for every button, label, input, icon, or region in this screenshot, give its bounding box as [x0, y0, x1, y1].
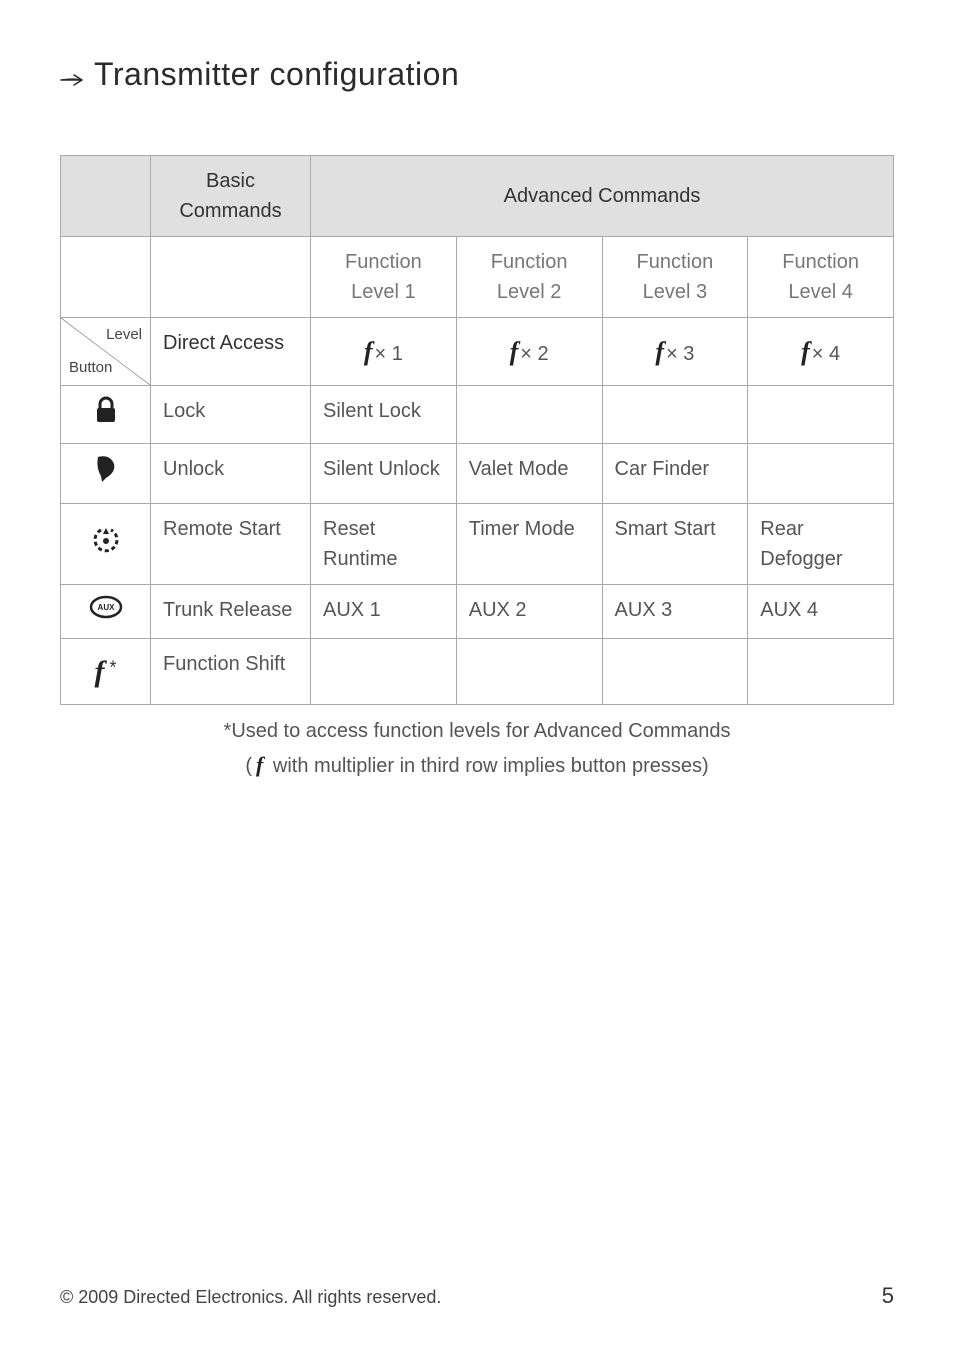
cell-l4: Rear Defogger: [748, 504, 894, 585]
footnotes: *Used to access function levels for Adva…: [60, 715, 894, 782]
remote-start-icon: [61, 504, 151, 585]
footnote-1: *Used to access function levels for Adva…: [60, 715, 894, 747]
aux-icon: AUX: [61, 585, 151, 639]
cell-basic: Remote Start: [151, 504, 311, 585]
cell-l2: Valet Mode: [456, 444, 602, 504]
f-icon: f: [256, 752, 263, 777]
cell-basic: Unlock: [151, 444, 311, 504]
cell-l4: [748, 639, 894, 705]
cell-basic: Function Shift: [151, 639, 311, 705]
cell-basic: Lock: [151, 386, 311, 444]
footnote-2: (f with multiplier in third row implies …: [60, 747, 894, 782]
corner-bottom-label: Button: [69, 357, 112, 380]
corner-top-label: Level: [106, 324, 142, 347]
cell-l3: [602, 639, 748, 705]
multiplier-3: f× 3: [602, 318, 748, 386]
cell-l2: [456, 386, 602, 444]
subheader-empty-2: [151, 237, 311, 318]
transmitter-config-table: Basic Commands Advanced Commands Functio…: [60, 155, 894, 705]
multiplier-1: f× 1: [311, 318, 457, 386]
svg-text:AUX: AUX: [97, 603, 115, 612]
table-row: f * Function Shift: [61, 639, 894, 705]
copyright-text: © 2009 Directed Electronics. All rights …: [60, 1287, 441, 1308]
subheader-level-2: Function Level 2: [456, 237, 602, 318]
cell-l3: Car Finder: [602, 444, 748, 504]
cell-l1: Reset Runtime: [311, 504, 457, 585]
header-advanced: Advanced Commands: [311, 156, 894, 237]
cell-l2: AUX 2: [456, 585, 602, 639]
arrow-icon: [60, 58, 86, 95]
cell-l4: AUX 4: [748, 585, 894, 639]
table-row: AUX Trunk Release AUX 1 AUX 2 AUX 3 AUX …: [61, 585, 894, 639]
cell-l2: Timer Mode: [456, 504, 602, 585]
cell-l1: Silent Lock: [311, 386, 457, 444]
function-shift-icon: f *: [61, 639, 151, 705]
cell-basic: Trunk Release: [151, 585, 311, 639]
header-basic: Basic Commands: [151, 156, 311, 237]
table-row: Unlock Silent Unlock Valet Mode Car Find…: [61, 444, 894, 504]
header-empty: [61, 156, 151, 237]
cell-l2: [456, 639, 602, 705]
cell-l4: [748, 444, 894, 504]
subheader-level-3: Function Level 3: [602, 237, 748, 318]
heading-text: Transmitter configuration: [94, 56, 459, 92]
lock-icon: [61, 386, 151, 444]
subheader-level-1: Function Level 1: [311, 237, 457, 318]
cell-l3: Smart Start: [602, 504, 748, 585]
table-row: Remote Start Reset Runtime Timer Mode Sm…: [61, 504, 894, 585]
cell-l1: AUX 1: [311, 585, 457, 639]
subheader-empty-1: [61, 237, 151, 318]
unlock-icon: [61, 444, 151, 504]
page-title: Transmitter configuration: [60, 56, 894, 95]
table-row: Lock Silent Lock: [61, 386, 894, 444]
direct-access-label: Direct Access: [151, 318, 311, 386]
cell-l3: [602, 386, 748, 444]
multiplier-4: f× 4: [748, 318, 894, 386]
page-footer: © 2009 Directed Electronics. All rights …: [60, 1283, 894, 1309]
cell-l1: [311, 639, 457, 705]
cell-l4: [748, 386, 894, 444]
subheader-level-4: Function Level 4: [748, 237, 894, 318]
multiplier-2: f× 2: [456, 318, 602, 386]
cell-l1: Silent Unlock: [311, 444, 457, 504]
corner-cell: Level Button: [61, 318, 151, 386]
cell-l3: AUX 3: [602, 585, 748, 639]
page-number: 5: [882, 1283, 894, 1309]
